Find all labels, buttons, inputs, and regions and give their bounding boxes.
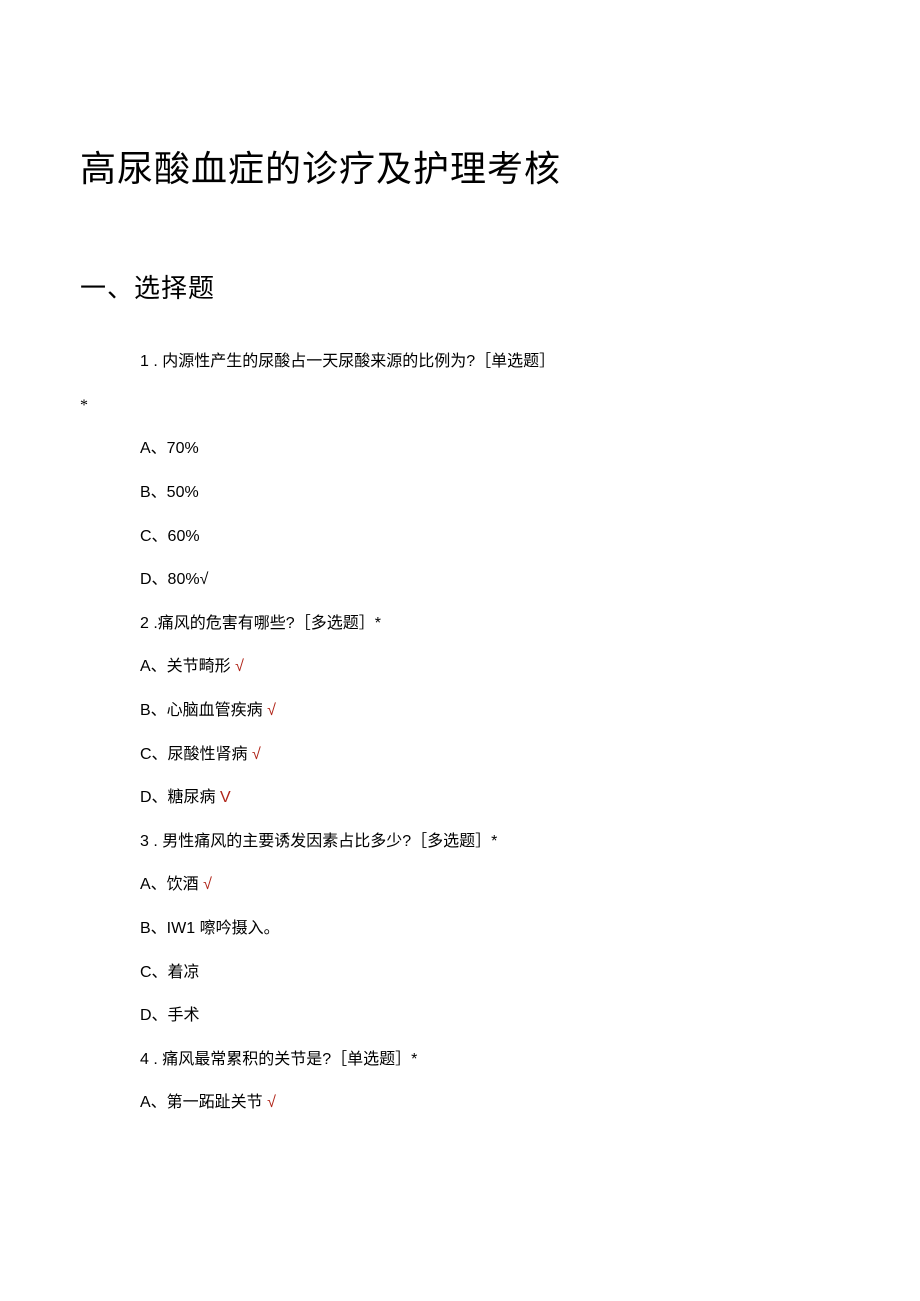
q2-a-text: A、关节畸形 xyxy=(140,658,231,675)
q2-option-b: B、心脑血管疾病 √ xyxy=(140,698,840,724)
q3-a-text: A、饮酒 xyxy=(140,876,199,893)
q3-option-b: B、IW1 嚓吟摄入。 xyxy=(140,916,840,942)
q2-d-text: D、糖尿病 xyxy=(140,789,216,806)
question-4: 4 . 痛风最常累积的关节是?［单选题］* xyxy=(140,1047,840,1073)
q3-option-c: C、着凉 xyxy=(140,960,840,986)
question-2: 2 .痛风的危害有哪些?［多选题］* xyxy=(140,611,840,637)
document-title: 高尿酸血症的诊疗及护理考核 xyxy=(80,140,840,198)
q1-option-d: D、80%√ xyxy=(140,567,840,593)
section-heading: 一、选择题 xyxy=(80,268,840,310)
check-icon: √ xyxy=(263,1094,276,1111)
check-icon: √ xyxy=(263,702,276,719)
check-icon: √ xyxy=(248,746,261,763)
page: 高尿酸血症的诊疗及护理考核 一、选择题 1 . 内源性产生的尿酸占一天尿酸来源的… xyxy=(0,0,920,1301)
check-icon: √ xyxy=(199,876,212,893)
question-1-asterisk: * xyxy=(80,393,840,419)
check-icon: √ xyxy=(231,658,244,675)
q3-option-d: D、手术 xyxy=(140,1003,840,1029)
q1-option-c: C、60% xyxy=(140,524,840,550)
q2-option-c: C、尿酸性肾病 √ xyxy=(140,742,840,768)
q4-option-a: A、第一跖趾关节 √ xyxy=(140,1090,840,1116)
question-1: 1 . 内源性产生的尿酸占一天尿酸来源的比例为?［单选题］ xyxy=(140,349,840,375)
q3-option-a: A、饮酒 √ xyxy=(140,872,840,898)
q1-option-b: B、50% xyxy=(140,480,840,506)
check-icon: V xyxy=(216,789,231,806)
q2-c-text: C、尿酸性肾病 xyxy=(140,746,248,763)
q2-b-text: B、心脑血管疾病 xyxy=(140,702,263,719)
q2-option-a: A、关节畸形 √ xyxy=(140,654,840,680)
q2-option-d: D、糖尿病 V xyxy=(140,785,840,811)
question-3: 3 . 男性痛风的主要诱发因素占比多少?［多选题］* xyxy=(140,829,840,855)
q1-option-a: A、70% xyxy=(140,436,840,462)
q4-a-text: A、第一跖趾关节 xyxy=(140,1094,263,1111)
